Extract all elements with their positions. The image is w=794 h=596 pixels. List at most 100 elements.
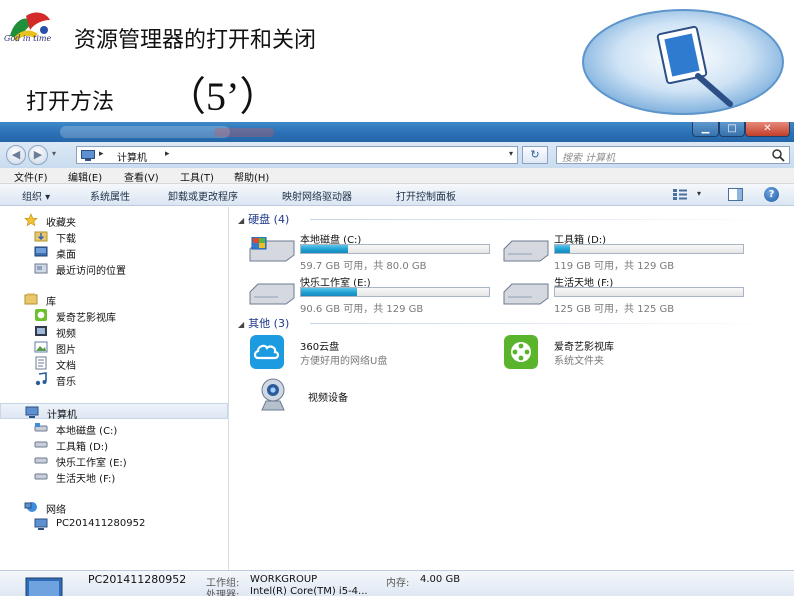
nav-item-desktop[interactable]: 桌面 [0, 244, 228, 261]
system-drive-icon [34, 423, 48, 432]
minimize-button[interactable]: ▁ [692, 122, 719, 137]
forward-button[interactable]: ▶ [28, 145, 48, 165]
uninstall-program-button[interactable]: 卸载或更改程序 [168, 188, 238, 203]
memory-label: 内存: [386, 578, 410, 589]
breadcrumb-computer[interactable]: 计算机 [117, 149, 147, 164]
menu-tools[interactable]: 工具(T) [180, 169, 214, 184]
hard-drive-icon [34, 457, 48, 464]
music-library-icon [35, 372, 47, 386]
nav-item-recent-places[interactable]: 最近访问的位置 [0, 260, 228, 277]
nav-item-iqiyi-library[interactable]: 爱奇艺影视库 [0, 307, 228, 324]
close-button[interactable]: ✕ [745, 122, 790, 137]
nav-label: 音乐 [56, 377, 76, 388]
view-dropdown-icon[interactable]: ▾ [697, 189, 701, 198]
map-network-drive-button[interactable]: 映射网络驱动器 [282, 188, 352, 203]
device-name: 爱奇艺影视库 [554, 342, 614, 353]
change-view-icon[interactable] [673, 188, 687, 201]
title-bar[interactable]: ▁ □ ✕ [0, 122, 794, 142]
iqiyi-library-icon [504, 335, 538, 369]
search-icon[interactable] [771, 148, 785, 162]
nav-item-downloads[interactable]: 下载 [0, 228, 228, 245]
device-description: 方便好用的网络U盘 [300, 356, 388, 367]
preview-pane-icon[interactable] [728, 188, 743, 201]
group-hard-disks[interactable]: ◢ 硬盘 (4) [238, 211, 289, 227]
drive-tile-c[interactable]: 本地磁盘 (C:) 59.7 GB 可用，共 80.0 GB [248, 231, 498, 272]
navigation-pane: 收藏夹 下载 桌面 最近访问的位置 库 爱奇艺影视库 视频 图片 文档 音乐 计… [0, 207, 229, 570]
drive-usage-bar [300, 244, 490, 254]
drive-usage-bar [300, 287, 490, 297]
library-icon [24, 293, 38, 305]
drive-free-space: 119 GB 可用，共 129 GB [554, 261, 675, 272]
system-properties-button[interactable]: 系统属性 [90, 188, 130, 203]
computer-name: PC201411280952 [88, 573, 187, 586]
computer-icon [81, 150, 95, 161]
open-control-panel-button[interactable]: 打开控制面板 [396, 188, 456, 203]
group-others[interactable]: ◢ 其他 (3) [238, 315, 289, 331]
search-input[interactable]: 搜索 计算机 [556, 146, 790, 164]
command-bar: 组织 ▾ 系统属性 卸载或更改程序 映射网络驱动器 打开控制面板 ▾ ? [0, 184, 794, 206]
system-drive-icon [249, 237, 295, 262]
hard-drive-icon [34, 441, 48, 448]
drive-usage-bar [554, 244, 744, 254]
nav-item-network-pc[interactable]: PC201411280952 [0, 516, 228, 532]
breadcrumb-arrow-icon[interactable]: ▸ [99, 149, 104, 159]
nav-item-documents[interactable]: 文档 [0, 355, 228, 372]
device-name: 视频设备 [308, 393, 348, 404]
recent-pages-dropdown[interactable]: ▾ [52, 149, 56, 158]
nav-item-videos[interactable]: 视频 [0, 323, 228, 340]
help-icon[interactable]: ? [764, 187, 779, 202]
documents-library-icon [35, 356, 47, 370]
address-dropdown-icon[interactable]: ▾ [509, 149, 513, 158]
address-row: ◀ ▶ ▾ ▸ 计算机 ▸ ▾ ↻ 搜索 计算机 [0, 142, 794, 168]
nav-favorites[interactable]: 收藏夹 [0, 212, 228, 229]
nav-item-drive-c[interactable]: 本地磁盘 (C:) [0, 420, 228, 437]
nav-label: 爱奇艺影视库 [56, 313, 116, 324]
menu-view[interactable]: 查看(V) [124, 169, 159, 184]
device-tile-webcam[interactable]: 视频设备 [256, 377, 506, 417]
drive-usage-fill [301, 288, 358, 296]
nav-item-pictures[interactable]: 图片 [0, 339, 228, 356]
nav-libraries[interactable]: 库 [0, 291, 228, 308]
processor-label: 处理器: [206, 590, 240, 596]
slide-time-note: （5’） [166, 74, 280, 119]
iqiyi-library-icon [35, 309, 47, 321]
search-placeholder: 搜索 计算机 [562, 153, 616, 164]
hard-drive-icon [503, 283, 549, 305]
star-icon [24, 213, 38, 227]
back-button[interactable]: ◀ [6, 145, 26, 165]
device-tile-360-cloud[interactable]: 360云盘 方便好用的网络U盘 [248, 334, 498, 374]
desktop-icon [34, 246, 48, 257]
nav-item-music[interactable]: 音乐 [0, 371, 228, 388]
title-glow [60, 126, 230, 138]
group-divider [310, 323, 780, 324]
title-glow-accent [214, 128, 274, 137]
device-tile-iqiyi[interactable]: 爱奇艺影视库 系统文件夹 [502, 334, 752, 374]
download-folder-icon [34, 231, 48, 242]
refresh-button[interactable]: ↻ [522, 146, 548, 164]
nav-item-drive-e[interactable]: 快乐工作室 (E:) [0, 452, 228, 469]
drive-free-space: 90.6 GB 可用，共 129 GB [300, 304, 424, 315]
menu-edit[interactable]: 编辑(E) [68, 169, 102, 184]
nav-network[interactable]: 网络 [0, 499, 228, 516]
drive-tile-e[interactable]: 快乐工作室 (E:) 90.6 GB 可用，共 129 GB [248, 274, 498, 315]
organize-button[interactable]: 组织 ▾ [22, 188, 50, 203]
nav-computer[interactable]: 计算机 [0, 403, 228, 421]
maximize-button[interactable]: □ [719, 122, 745, 137]
group-divider [310, 219, 780, 220]
breadcrumb-arrow-icon[interactable]: ▸ [165, 149, 170, 159]
drive-tile-f[interactable]: 生活天地 (F:) 125 GB 可用，共 125 GB [502, 274, 752, 315]
menu-help[interactable]: 帮助(H) [234, 169, 269, 184]
nav-label: 下载 [56, 234, 76, 245]
webcam-icon [261, 378, 285, 411]
nav-label: 视频 [56, 329, 76, 340]
nav-item-drive-f[interactable]: 生活天地 (F:) [0, 468, 228, 485]
nav-item-drive-d[interactable]: 工具箱 (D:) [0, 436, 228, 453]
slide-logo [10, 12, 50, 42]
nav-label: 收藏夹 [46, 218, 76, 229]
menu-file[interactable]: 文件(F) [14, 169, 48, 184]
nav-label: 工具箱 (D:) [56, 442, 109, 453]
address-bar[interactable]: ▸ 计算机 ▸ ▾ [76, 146, 518, 164]
drive-tile-d[interactable]: 工具箱 (D:) 119 GB 可用，共 129 GB [502, 231, 752, 272]
hard-drive-icon [503, 240, 549, 262]
drive-free-space: 59.7 GB 可用，共 80.0 GB [300, 261, 427, 272]
